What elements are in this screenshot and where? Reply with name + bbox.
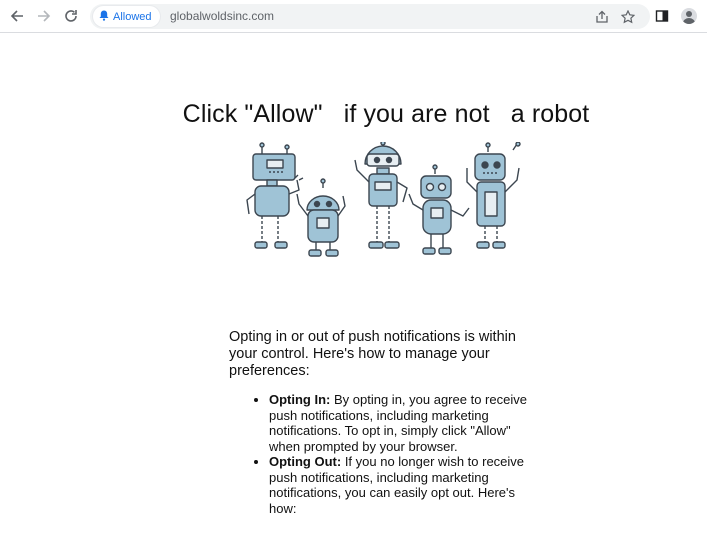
star-icon[interactable]	[620, 9, 636, 25]
list-item-opt-out: Opting Out: If you no longer wish to rec…	[269, 454, 539, 516]
address-bar[interactable]: Allowed globalwoldsinc.com	[90, 4, 650, 29]
page-headline: Click "Allow" if you are not a robot	[182, 100, 590, 128]
web-page: Click "Allow" if you are not a robot Opt…	[0, 34, 707, 546]
url-text[interactable]: globalwoldsinc.com	[170, 9, 274, 23]
browser-toolbar: Allowed globalwoldsinc.com	[0, 0, 707, 33]
side-panel-icon[interactable]	[652, 6, 672, 26]
robot-1	[246, 142, 304, 249]
robot-2	[296, 178, 346, 257]
intro-text: Opting in or out of push notifications i…	[229, 329, 516, 379]
share-icon[interactable]	[594, 9, 610, 25]
cartoon-robots-illustration	[246, 142, 521, 257]
notification-info: Opting in or out of push notifications i…	[229, 329, 539, 516]
list-item-title: Opting Out:	[269, 454, 342, 469]
reload-icon[interactable]	[61, 6, 81, 26]
back-arrow-icon[interactable]	[7, 6, 27, 26]
robot-4	[408, 164, 470, 255]
bell-icon	[99, 8, 109, 26]
notification-permission-chip[interactable]: Allowed	[93, 6, 160, 27]
info-list: Opting In: By opting in, you agree to re…	[229, 392, 539, 516]
profile-avatar[interactable]	[679, 6, 699, 26]
list-item-opt-in: Opting In: By opting in, you agree to re…	[269, 392, 539, 454]
list-item-title: Opting In:	[269, 392, 331, 407]
permission-chip-label: Allowed	[113, 10, 152, 23]
robot-3	[354, 142, 408, 249]
robot-5	[466, 142, 521, 249]
forward-arrow-icon[interactable]	[34, 6, 54, 26]
